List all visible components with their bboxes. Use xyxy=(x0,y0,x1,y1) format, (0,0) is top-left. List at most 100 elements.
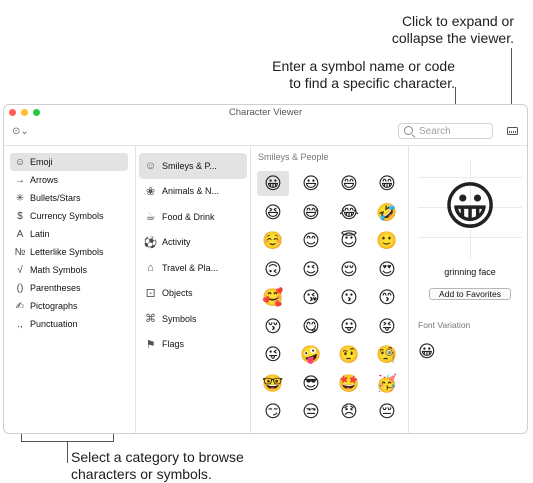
emoji-cell[interactable]: 😀 xyxy=(257,171,289,196)
sidebar-item-icon: A xyxy=(16,228,24,240)
emoji-cell[interactable]: 🤨 xyxy=(333,342,365,367)
category-label: Flags xyxy=(162,339,185,350)
emoji-cell[interactable]: 🤩 xyxy=(333,371,365,396)
emoji-cell[interactable]: 😇 xyxy=(333,228,365,253)
category-icon: ⌂ xyxy=(147,261,154,274)
title-bar: Character Viewer xyxy=(4,105,527,119)
emoji-cell[interactable]: 😂 xyxy=(333,200,365,225)
emoji-cell[interactable]: 😊 xyxy=(295,228,327,253)
category-list: ☺ Smileys & P... ❀ Animals & N... ☕ Food & Dr… xyxy=(139,153,247,357)
emoji-cell[interactable]: 😍 xyxy=(371,257,403,282)
emoji-cell[interactable]: 🤣 xyxy=(371,200,403,225)
emoji-cell[interactable]: 😘 xyxy=(295,285,327,310)
emoji-cell[interactable]: 😚 xyxy=(257,314,289,339)
emoji-cell[interactable]: 🤓 xyxy=(257,371,289,396)
callout-bracket-right xyxy=(113,433,114,441)
sidebar-item-label: Currency Symbols xyxy=(30,211,104,221)
emoji-cell[interactable]: 😝 xyxy=(371,314,403,339)
category-item-food-drink[interactable]: ☕ Food & Drink xyxy=(139,204,247,230)
emoji-cell[interactable]: ☺️ xyxy=(257,228,289,253)
search-field[interactable]: Search xyxy=(398,123,493,139)
category-item-smileys-p[interactable]: ☺ Smileys & P... xyxy=(139,153,247,179)
sidebar-item-icon: $ xyxy=(17,210,23,222)
sidebar-item-icon: ., xyxy=(17,318,23,330)
emoji-cell[interactable]: 😅 xyxy=(295,200,327,225)
sidebar-item-label: Latin xyxy=(30,229,50,239)
sidebar-item-parentheses[interactable]: () Parentheses xyxy=(10,279,128,297)
sidebar-item-label: Bullets/Stars xyxy=(30,193,81,203)
sidebar-item-emoji[interactable]: ☺ Emoji xyxy=(10,153,128,171)
emoji-cell[interactable]: 😆 xyxy=(257,200,289,225)
callout-bracket-left xyxy=(21,433,22,441)
emoji-cell[interactable]: 🙂 xyxy=(371,228,403,253)
callout-category-line2: characters or symbols. xyxy=(71,466,212,482)
emoji-cell[interactable]: 😒 xyxy=(295,399,327,424)
sidebar-item-arrows[interactable]: → Arrows xyxy=(10,171,128,189)
callout-search-line2: to find a specific character. xyxy=(289,75,455,91)
category-icon: ☺ xyxy=(144,159,157,172)
emoji-cell[interactable]: 😛 xyxy=(333,314,365,339)
sidebar-item-pictographs[interactable]: ✍ Pictographs xyxy=(10,297,128,315)
search-icon xyxy=(404,126,413,135)
sidebar-item-icon: ☺ xyxy=(14,156,26,168)
category-label: Symbols xyxy=(162,313,197,324)
emoji-cell[interactable]: 😜 xyxy=(257,342,289,367)
add-to-favorites-button[interactable]: Add to Favorites xyxy=(429,288,511,300)
emoji-cell[interactable]: 🧐 xyxy=(371,342,403,367)
emoji-cell[interactable]: 🥰 xyxy=(257,285,289,310)
emoji-cell[interactable]: 🥳 xyxy=(371,371,403,396)
preview-guide xyxy=(418,237,522,238)
sidebar-divider xyxy=(135,146,136,433)
categories-divider xyxy=(250,146,251,433)
category-icon: ⚀ xyxy=(145,287,156,300)
sidebar-item-bullets-stars[interactable]: ✳ Bullets/Stars xyxy=(10,189,128,207)
sidebar-item-latin[interactable]: A Latin xyxy=(10,225,128,243)
character-preview: 😀 xyxy=(418,159,522,259)
emoji-cell[interactable]: 😞 xyxy=(333,399,365,424)
emoji-cell[interactable]: 🤪 xyxy=(295,342,327,367)
emoji-cell[interactable]: 😄 xyxy=(333,171,365,196)
emoji-cell[interactable]: 😋 xyxy=(295,314,327,339)
emoji-cell[interactable]: 😏 xyxy=(257,399,289,424)
sidebar: ☺ Emoji → Arrows ✳ Bullets/Stars $ Currency Sym… xyxy=(10,153,128,333)
callout-category-line1: Select a category to browse xyxy=(71,449,244,465)
emoji-cell[interactable]: 🙃 xyxy=(257,257,289,282)
sidebar-item-letterlike-symbols[interactable]: № Letterlike Symbols xyxy=(10,243,128,261)
category-item-objects[interactable]: ⚀ Objects xyxy=(139,281,247,307)
category-label: Food & Drink xyxy=(162,211,215,222)
category-item-activity[interactable]: ⚽ Activity xyxy=(139,230,247,256)
font-variation-emoji[interactable]: 😀 xyxy=(418,342,436,362)
emoji-cell[interactable]: 😁 xyxy=(371,171,403,196)
category-icon: ⚽ xyxy=(143,236,158,249)
category-item-animals-n[interactable]: ❀ Animals & N... xyxy=(139,179,247,205)
more-options-button[interactable]: ⊙⌄ xyxy=(12,126,29,137)
emoji-cell[interactable]: 😙 xyxy=(371,285,403,310)
category-icon: ⌘ xyxy=(145,313,156,326)
category-item-flags[interactable]: ⚑ Flags xyxy=(139,332,247,358)
category-item-travel-pla[interactable]: ⌂ Travel & Pla... xyxy=(139,255,247,281)
category-item-symbols[interactable]: ⌘ Symbols xyxy=(139,306,247,332)
sidebar-item-math-symbols[interactable]: √ Math Symbols xyxy=(10,261,128,279)
sidebar-item-icon: № xyxy=(14,246,26,258)
emoji-cell[interactable]: 😃 xyxy=(295,171,327,196)
emoji-cell[interactable]: 😎 xyxy=(295,371,327,396)
callout-expand-line2: collapse the viewer. xyxy=(391,30,514,46)
category-label: Animals & N... xyxy=(162,186,220,197)
emoji-cell[interactable]: 😗 xyxy=(333,285,365,310)
category-icon: ❀ xyxy=(145,185,156,198)
emoji-cell[interactable]: 😌 xyxy=(333,257,365,282)
callout-category: Select a category to browse characters o… xyxy=(71,449,331,483)
emoji-cell[interactable]: 😔 xyxy=(371,399,403,424)
callout-search: Enter a symbol name or code to find a sp… xyxy=(245,58,455,92)
expand-viewer-button[interactable] xyxy=(507,127,518,135)
callout-search-line1: Enter a symbol name or code xyxy=(272,58,455,74)
emoji-cell[interactable]: 😉 xyxy=(295,257,327,282)
callout-expand-line1: Click to expand or xyxy=(401,13,514,29)
sidebar-item-icon: √ xyxy=(17,264,23,276)
sidebar-item-currency-symbols[interactable]: $ Currency Symbols xyxy=(10,207,128,225)
category-label: Activity xyxy=(162,237,191,248)
search-input[interactable]: Search xyxy=(419,126,451,137)
sidebar-item-punctuation[interactable]: ., Punctuation xyxy=(10,315,128,333)
category-label: Travel & Pla... xyxy=(162,262,219,273)
toolbar-divider xyxy=(4,145,527,146)
